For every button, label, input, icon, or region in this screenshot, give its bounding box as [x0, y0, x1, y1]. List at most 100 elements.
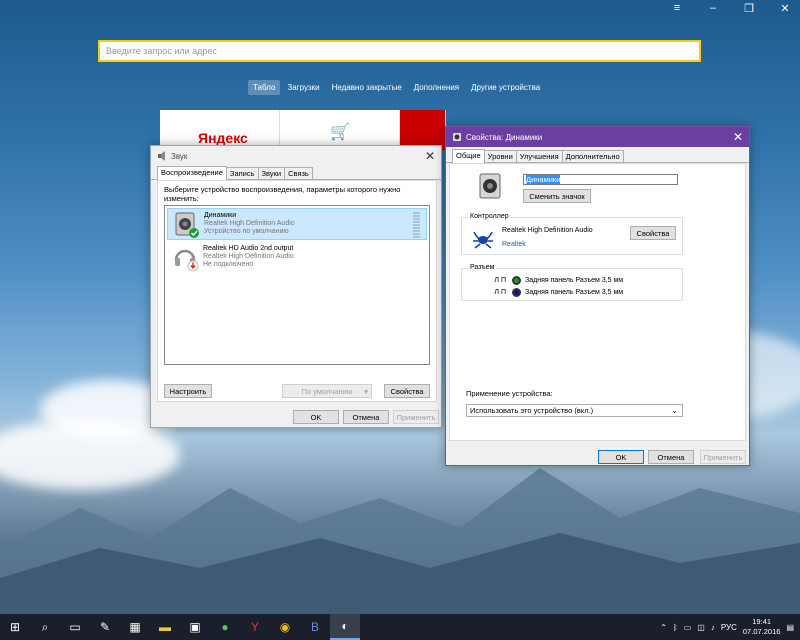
- jack-description: Задняя панель Разъем 3,5 мм: [525, 289, 624, 296]
- speaker-device-icon: [174, 211, 200, 239]
- properties-tabs: Общие Уровни Улучшения Дополнительно: [446, 149, 749, 163]
- controller-properties-button[interactable]: Свойства: [630, 226, 676, 240]
- tile-red[interactable]: [400, 110, 446, 150]
- set-default-button[interactable]: По умолчанию ▾: [282, 384, 372, 398]
- chevron-down-icon: ⌄: [671, 406, 678, 415]
- configure-button[interactable]: Настроить: [164, 384, 212, 398]
- sound-tabs: Воспроизведение Запись Звуки Связь: [151, 166, 441, 180]
- jack-channel-label: Л П: [494, 277, 506, 284]
- realtek-crab-icon: [473, 231, 493, 249]
- bluetooth-icon[interactable]: ᛒ: [673, 623, 678, 632]
- chevron-down-icon: ▾: [364, 386, 368, 396]
- device-list: Динамики Realtek High Definition Audio У…: [164, 205, 430, 365]
- system-tray: ⌃ ᛒ ▭ ◫ ♪ РУС 19:41 07.07.2016 ▤: [660, 614, 794, 640]
- store-icon[interactable]: ▣: [180, 614, 210, 640]
- close-icon[interactable]: ✕: [727, 130, 749, 144]
- ok-button[interactable]: OK: [598, 450, 644, 464]
- app-icon[interactable]: ✎: [90, 614, 120, 640]
- tab-advanced[interactable]: Дополнительно: [561, 150, 624, 162]
- menu-icon[interactable]: ≡: [670, 2, 684, 15]
- device-driver: Realtek High Definition Audio: [204, 220, 295, 227]
- clock-date: 07.07.2016: [742, 627, 781, 636]
- nav-tab-tablo[interactable]: Табло: [248, 80, 281, 95]
- speaker-icon: [453, 133, 461, 141]
- tile-yandex[interactable]: Яндекс: [160, 110, 280, 150]
- address-bar[interactable]: Введите запрос или адрес: [98, 40, 701, 62]
- start-icon[interactable]: ⊞: [0, 614, 30, 640]
- nav-tab-other-devices[interactable]: Другие устройства: [466, 80, 545, 95]
- device-usage-value: Использовать это устройство (вкл.): [470, 406, 594, 415]
- properties-button[interactable]: Свойства: [384, 384, 430, 398]
- jacks-label: Разъем: [468, 264, 497, 271]
- device-usage-select[interactable]: Использовать это устройство (вкл.) ⌄: [466, 404, 683, 417]
- tab-playback[interactable]: Воспроизведение: [157, 166, 227, 180]
- torrent-icon[interactable]: ●: [210, 614, 240, 640]
- network-icon[interactable]: ◫: [697, 623, 705, 632]
- device-status: Не подключено: [203, 261, 254, 268]
- jack-channel-label: Л П: [494, 289, 506, 296]
- chevron-up-icon[interactable]: ⌃: [660, 623, 667, 632]
- battery-icon[interactable]: ▭: [684, 623, 692, 632]
- maximize-icon[interactable]: ❐: [742, 2, 756, 15]
- change-icon-button[interactable]: Сменить значок: [523, 189, 591, 203]
- vk-icon[interactable]: В: [300, 614, 330, 640]
- properties-titlebar: Свойства: Динамики ✕: [446, 127, 749, 147]
- device-driver: Realtek High Definition Audio: [203, 253, 294, 260]
- controller-group: Контроллер Realtek High Definition Audio…: [461, 213, 683, 255]
- volume-icon[interactable]: ♪: [711, 623, 715, 632]
- apply-button[interactable]: Применить: [393, 410, 439, 424]
- headphones-device-icon: [173, 244, 199, 272]
- cancel-button[interactable]: Отмена: [648, 450, 694, 464]
- jack-description: Задняя панель Разъем 3,5 мм: [525, 277, 624, 284]
- chrome-icon[interactable]: ◉: [270, 614, 300, 640]
- window-title: Свойства: Динамики: [466, 132, 543, 142]
- jacks-group: Разъем Л П Задняя панель Разъем 3,5 мм Л…: [461, 264, 683, 301]
- yandex-logo: Яндекс: [198, 130, 248, 146]
- jack-row: Л П Задняя панель Разъем 3,5 мм: [476, 288, 623, 297]
- nav-tab-extensions[interactable]: Дополнения: [409, 80, 464, 95]
- notifications-icon[interactable]: ▤: [786, 623, 794, 632]
- device-name: Динамики: [204, 212, 237, 219]
- device-speakers[interactable]: Динамики Realtek High Definition Audio У…: [167, 208, 427, 240]
- tab-sounds[interactable]: Звуки: [257, 167, 286, 179]
- set-default-label: По умолчанию: [301, 386, 353, 396]
- sound-window: Звук ✕ Воспроизведение Запись Звуки Связ…: [150, 145, 442, 428]
- cancel-button[interactable]: Отмена: [343, 410, 389, 424]
- keyboard-language[interactable]: РУС: [721, 623, 737, 632]
- tab-communications[interactable]: Связь: [284, 167, 313, 179]
- cart-icon: 🛒: [330, 124, 350, 141]
- tab-enhancements[interactable]: Улучшения: [515, 150, 563, 162]
- level-meter: [413, 212, 420, 238]
- apply-button[interactable]: Применить: [700, 450, 746, 464]
- sound-app-icon[interactable]: ◐: [330, 614, 360, 640]
- realtek-link[interactable]: Realtek: [502, 241, 526, 248]
- speaker-properties-window: Свойства: Динамики ✕ Общие Уровни Улучше…: [445, 126, 750, 466]
- task-view-icon[interactable]: ▭: [60, 614, 90, 640]
- close-icon[interactable]: ✕: [419, 149, 441, 163]
- tab-recording[interactable]: Запись: [225, 167, 259, 179]
- controller-name: Realtek High Definition Audio: [502, 227, 593, 234]
- nav-tab-downloads[interactable]: Загрузки: [282, 80, 324, 95]
- device-2nd-output[interactable]: Realtek HD Audio 2nd output Realtek High…: [167, 242, 427, 274]
- app-icon[interactable]: ▦: [120, 614, 150, 640]
- nav-tab-recently-closed[interactable]: Недавно закрытые: [327, 80, 407, 95]
- yandex-browser-icon[interactable]: Y: [240, 614, 270, 640]
- window-title: Звук: [171, 151, 188, 161]
- tab-general[interactable]: Общие: [452, 149, 485, 163]
- browser-window-controls: ≡ – ❐ ✕: [670, 2, 792, 15]
- tab-levels[interactable]: Уровни: [483, 150, 517, 162]
- device-name-input[interactable]: Динамики: [523, 174, 678, 185]
- device-status: Устройство по умолчанию: [204, 228, 289, 235]
- folder-icon[interactable]: ▬: [150, 614, 180, 640]
- controller-label: Контроллер: [468, 213, 511, 220]
- speaker-large-icon: [479, 173, 501, 199]
- tile-market[interactable]: 🛒: [280, 110, 400, 150]
- device-usage-label: Применение устройства:: [466, 389, 553, 398]
- minimize-icon[interactable]: –: [706, 2, 720, 15]
- ok-button[interactable]: OK: [293, 410, 339, 424]
- green-jack-icon: [512, 276, 521, 285]
- clock[interactable]: 19:41 07.07.2016: [743, 617, 781, 637]
- search-icon[interactable]: ⌕: [30, 614, 60, 640]
- close-icon[interactable]: ✕: [778, 2, 792, 15]
- browser-nav-tabs: Табло Загрузки Недавно закрытые Дополнен…: [248, 80, 545, 95]
